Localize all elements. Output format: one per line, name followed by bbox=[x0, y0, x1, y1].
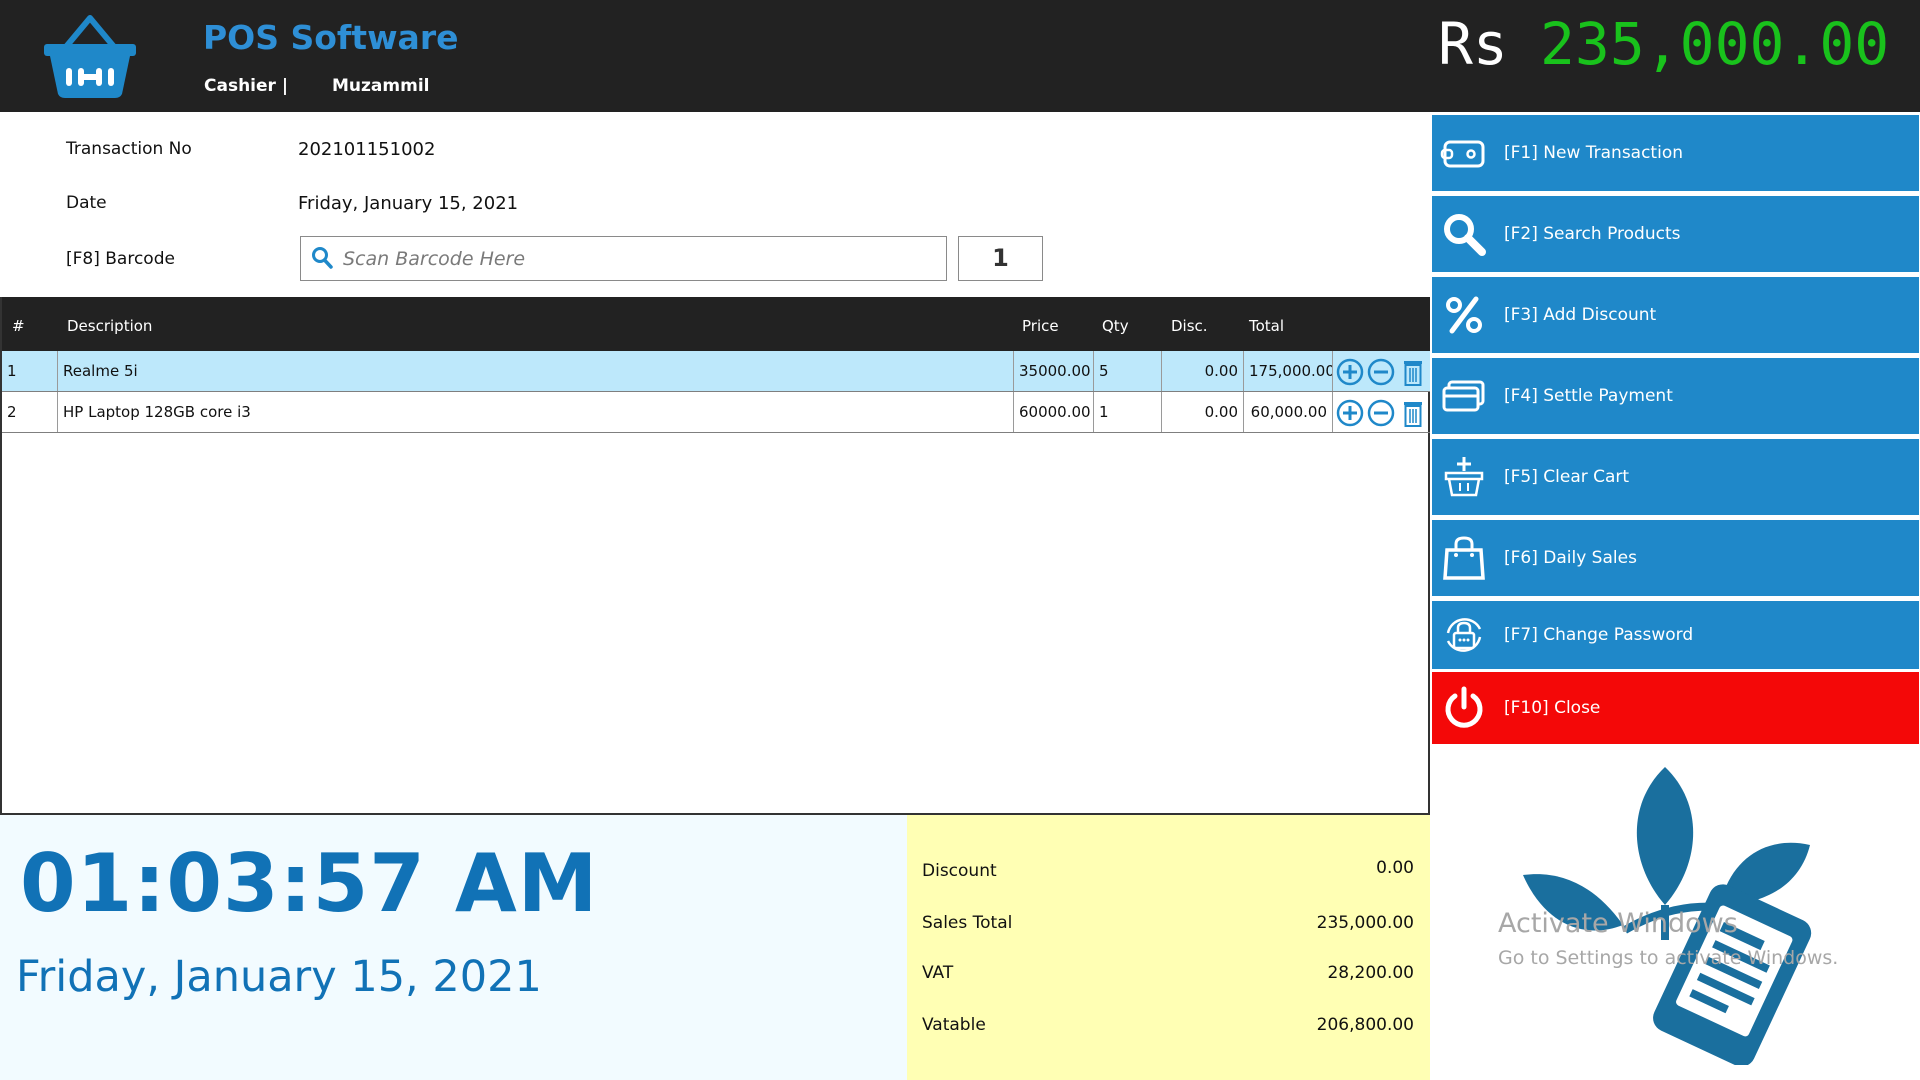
lock-icon bbox=[1446, 618, 1482, 652]
summary-panel: Discount 0.00 Sales Total 235,000.00 VAT… bbox=[907, 815, 1430, 1080]
vat-value: 28,200.00 bbox=[1327, 963, 1414, 983]
column-header-no: # bbox=[12, 317, 25, 335]
new-transaction-label: [F1] New Transaction bbox=[1504, 143, 1683, 163]
transaction-no-value: 202101151002 bbox=[298, 139, 436, 160]
clock-date: Friday, January 15, 2021 bbox=[16, 952, 542, 1002]
column-header-disc: Disc. bbox=[1171, 317, 1208, 335]
row-discount: 0.00 bbox=[1162, 351, 1244, 391]
discount-label: Discount bbox=[922, 861, 997, 881]
barcode-label: [F8] Barcode bbox=[66, 249, 175, 269]
row-number: 2 bbox=[2, 392, 58, 432]
settle-payment-button[interactable]: [F4] Settle Payment bbox=[1432, 358, 1919, 434]
clock-time: 01:03:57 AM bbox=[20, 837, 599, 930]
wallet-icon bbox=[1440, 140, 1485, 168]
activate-windows-subtitle: Go to Settings to activate Windows. bbox=[1498, 947, 1839, 969]
search-icon bbox=[1444, 214, 1486, 256]
cashier-label: Cashier | bbox=[204, 76, 289, 96]
add-discount-button[interactable]: [F3] Add Discount bbox=[1432, 277, 1919, 353]
barcode-search-box[interactable] bbox=[300, 236, 947, 281]
close-button[interactable]: [F10] Close bbox=[1432, 672, 1919, 744]
change-password-button[interactable]: [F7] Change Password bbox=[1432, 601, 1919, 669]
row-total: 175,000.00 bbox=[1244, 351, 1333, 391]
table-row[interactable]: 1 Realme 5i 35000.00 5 0.00 175,000.00 bbox=[2, 351, 1430, 392]
row-discount: 0.00 bbox=[1162, 392, 1244, 432]
percent-icon bbox=[1446, 296, 1482, 334]
vatable-label: Vatable bbox=[922, 1015, 986, 1035]
power-icon bbox=[1445, 686, 1483, 728]
settle-payment-label: [F4] Settle Payment bbox=[1504, 386, 1673, 406]
vat-label: VAT bbox=[922, 963, 954, 983]
basket-icon bbox=[1444, 457, 1484, 497]
clear-cart-label: [F5] Clear Cart bbox=[1504, 467, 1630, 487]
new-transaction-button[interactable]: [F1] New Transaction bbox=[1432, 115, 1919, 191]
app-title: POS Software bbox=[203, 18, 459, 57]
table-row[interactable]: 2 HP Laptop 128GB core i3 60000.00 1 0.0… bbox=[2, 392, 1430, 433]
add-discount-label: [F3] Add Discount bbox=[1504, 305, 1657, 325]
total-amount-display: 235,000.00 bbox=[1540, 10, 1890, 78]
barcode-input[interactable] bbox=[341, 241, 931, 276]
search-products-label: [F2] Search Products bbox=[1504, 224, 1681, 244]
row-total: 60,000.00 bbox=[1244, 392, 1333, 432]
change-password-label: [F7] Change Password bbox=[1504, 625, 1694, 645]
search-products-button[interactable]: [F2] Search Products bbox=[1432, 196, 1919, 272]
minus-icon[interactable] bbox=[1367, 358, 1395, 386]
date-value: Friday, January 15, 2021 bbox=[298, 193, 519, 214]
activate-windows-title: Activate Windows bbox=[1498, 908, 1738, 939]
vatable-value: 206,800.00 bbox=[1316, 1015, 1414, 1035]
shopping-basket-icon bbox=[44, 15, 136, 98]
column-header-price: Price bbox=[1022, 317, 1059, 335]
search-icon bbox=[312, 247, 333, 269]
add-icon[interactable] bbox=[1336, 399, 1364, 427]
date-label: Date bbox=[66, 193, 107, 213]
shopping-bag-icon bbox=[1443, 536, 1485, 580]
sales-total-value: 235,000.00 bbox=[1316, 913, 1414, 933]
app-header: POS Software Cashier | Muzammil Rs 235,0… bbox=[0, 0, 1920, 112]
row-qty: 1 bbox=[1094, 392, 1162, 432]
credit-card-icon bbox=[1442, 380, 1485, 412]
daily-sales-button[interactable]: [F6] Daily Sales bbox=[1432, 520, 1919, 596]
row-price: 35000.00 bbox=[1014, 351, 1094, 391]
total-currency: Rs bbox=[1438, 10, 1508, 78]
row-description: Realme 5i bbox=[58, 351, 1014, 391]
clock-panel: 01:03:57 AM Friday, January 15, 2021 bbox=[0, 815, 907, 1080]
minus-icon[interactable] bbox=[1367, 399, 1395, 427]
sales-total-label: Sales Total bbox=[922, 913, 1013, 933]
row-number: 1 bbox=[2, 351, 58, 391]
cashier-name: Muzammil bbox=[332, 76, 430, 96]
trash-icon[interactable] bbox=[1399, 399, 1427, 427]
table-header: # Description Price Qty Disc. Total bbox=[2, 297, 1430, 351]
add-icon[interactable] bbox=[1336, 358, 1364, 386]
discount-value: 0.00 bbox=[1376, 858, 1414, 878]
column-header-qty: Qty bbox=[1102, 317, 1129, 335]
quantity-field[interactable]: 1 bbox=[958, 236, 1043, 281]
clear-cart-button[interactable]: [F5] Clear Cart bbox=[1432, 439, 1919, 515]
trash-icon[interactable] bbox=[1399, 358, 1427, 386]
row-price: 60000.00 bbox=[1014, 392, 1094, 432]
row-description: HP Laptop 128GB core i3 bbox=[58, 392, 1014, 432]
column-header-total: Total bbox=[1249, 317, 1285, 335]
close-label: [F10] Close bbox=[1504, 698, 1601, 718]
daily-sales-label: [F6] Daily Sales bbox=[1504, 548, 1637, 568]
row-qty: 5 bbox=[1094, 351, 1162, 391]
column-header-description: Description bbox=[67, 317, 153, 335]
transaction-no-label: Transaction No bbox=[66, 139, 192, 159]
cart-table: # Description Price Qty Disc. Total 1 Re… bbox=[0, 297, 1430, 815]
